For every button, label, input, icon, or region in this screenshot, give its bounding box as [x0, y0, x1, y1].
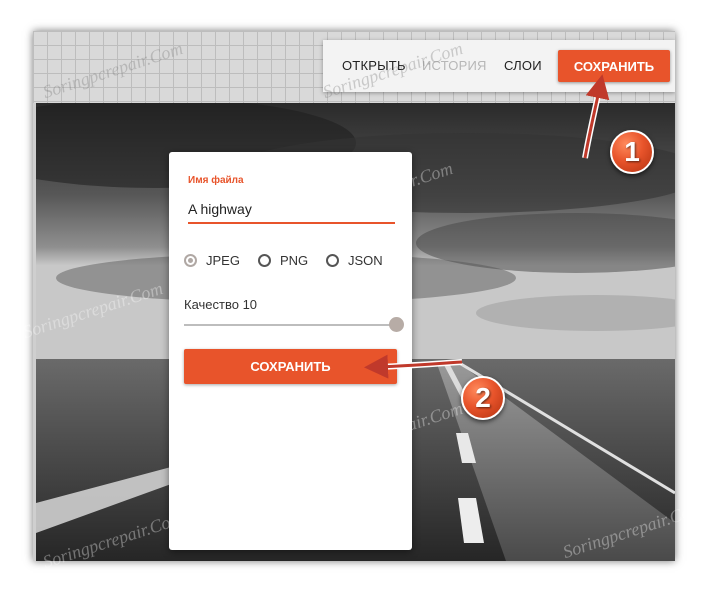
editor-frame: ОТКРЫТЬ ИСТОРИЯ СЛОИ СОХРАНИТЬ Имя файла… [33, 31, 675, 561]
quality-label: Качество 10 [184, 297, 258, 312]
format-label-json: JSON [348, 253, 383, 268]
history-menu-item[interactable]: ИСТОРИЯ [422, 58, 487, 73]
step-2-badge: 2 [461, 376, 505, 420]
radio-unselected-icon[interactable] [326, 254, 339, 267]
filename-label: Имя файла [188, 175, 244, 186]
format-option-json[interactable]: JSON [326, 253, 383, 268]
quality-slider-thumb[interactable] [389, 317, 404, 332]
format-option-jpeg[interactable]: JPEG [184, 253, 240, 268]
save-dialog: Имя файла JPEG PNG JSON Качество 10 СОХР… [169, 152, 412, 550]
radio-unselected-icon[interactable] [258, 254, 271, 267]
open-menu-item[interactable]: ОТКРЫТЬ [342, 58, 406, 73]
format-label-jpeg: JPEG [206, 253, 240, 268]
layers-menu-item[interactable]: СЛОИ [504, 58, 542, 73]
format-label-png: PNG [280, 253, 309, 268]
dialog-save-button[interactable]: СОХРАНИТЬ [184, 349, 397, 384]
format-option-png[interactable]: PNG [258, 253, 308, 268]
filename-input[interactable] [188, 196, 395, 224]
toolbar-save-button[interactable]: СОХРАНИТЬ [558, 50, 670, 82]
step-1-badge: 1 [610, 130, 654, 174]
quality-slider-track[interactable] [184, 324, 397, 326]
radio-selected-icon[interactable] [184, 254, 197, 267]
top-toolbar: ОТКРЫТЬ ИСТОРИЯ СЛОИ СОХРАНИТЬ [323, 40, 675, 92]
